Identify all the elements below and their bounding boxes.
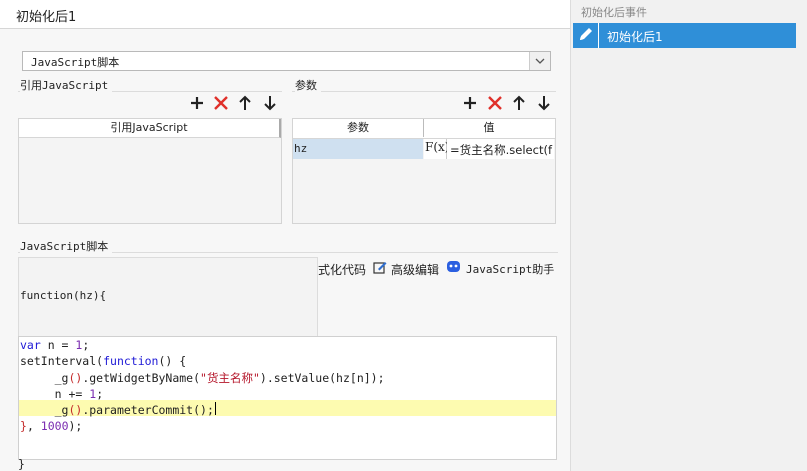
param-move-down-button[interactable] xyxy=(535,94,553,112)
js-assistant-label: JavaScript助手 xyxy=(466,263,555,276)
ref-add-button[interactable] xyxy=(188,94,206,112)
ref-move-down-button[interactable] xyxy=(261,94,279,112)
ref-section-title: 引用JavaScript xyxy=(20,77,113,93)
event-item-init-1[interactable]: 初始化后1 xyxy=(573,23,796,48)
ref-move-up-button[interactable] xyxy=(236,94,254,112)
code-token: n += xyxy=(20,386,90,401)
code-line: setInterval(function() { xyxy=(20,354,186,368)
code-editor[interactable]: var n = 1; setInterval(function() { _g().… xyxy=(18,336,557,460)
code-token: setInterval( xyxy=(20,354,104,369)
arrow-up-icon xyxy=(513,95,525,110)
params-col-name: 参数 xyxy=(293,119,424,137)
param-value-cell[interactable]: =货主名称.select(f xyxy=(447,139,554,159)
code-token: _g xyxy=(20,402,69,417)
code-token: "货主名称" xyxy=(200,371,260,386)
param-delete-button[interactable] xyxy=(486,94,504,112)
code-line: var n = 1; xyxy=(20,338,89,352)
code-token: () xyxy=(68,402,83,417)
plus-icon xyxy=(191,97,203,109)
param-move-up-button[interactable] xyxy=(510,94,528,112)
code-token: } xyxy=(20,419,27,433)
robot-assistant-icon xyxy=(447,261,460,272)
code-token: () { xyxy=(158,354,187,369)
code-token: 1000 xyxy=(40,419,69,433)
code-line: n += 1; xyxy=(20,386,104,401)
formula-fx-icon: F(x) xyxy=(425,140,450,154)
function-header-box: function(hz){ xyxy=(18,257,318,337)
closing-brace: } xyxy=(18,457,25,471)
code-token: () xyxy=(68,371,83,386)
param-name-text: hz xyxy=(294,142,308,155)
params-table-header: 参数 值 xyxy=(293,119,555,139)
code-line: _g().getWidgetByName("货主名称").setValue(hz… xyxy=(20,370,385,386)
code-token: n = xyxy=(40,338,76,352)
code-token: var xyxy=(20,338,41,352)
script-section-title: JavaScript脚本 xyxy=(20,238,113,254)
param-name-cell[interactable]: hz xyxy=(293,139,423,159)
table-row[interactable]: hz F(x) =货主名称.select(f xyxy=(293,139,555,159)
params-col-value: 值 xyxy=(424,119,554,137)
param-add-button[interactable] xyxy=(461,94,479,112)
ref-table: 引用JavaScript xyxy=(18,118,282,224)
params-section-title: 参数 xyxy=(295,77,321,93)
delete-x-icon xyxy=(488,96,502,110)
events-panel-header: 初始化后事件 xyxy=(581,6,647,19)
dialog-title: 初始化后1 xyxy=(16,10,77,25)
delete-x-icon xyxy=(214,96,228,110)
ref-delete-button[interactable] xyxy=(212,94,230,112)
formula-icon-button[interactable]: F(x) xyxy=(424,139,450,159)
params-section-rule xyxy=(292,91,556,92)
format-code-button[interactable]: 式化代码 xyxy=(318,261,366,278)
event-edit-button[interactable] xyxy=(573,23,599,48)
event-item-label: 初始化后1 xyxy=(607,30,663,44)
code-token: function xyxy=(103,354,159,369)
plus-icon xyxy=(464,97,476,109)
ref-table-header: 引用JavaScript xyxy=(19,119,281,138)
code-token: .getWidgetByName( xyxy=(82,371,201,386)
dialog-content: JavaScript脚本 引用JavaScript 引用JavaScript 参… xyxy=(0,29,570,471)
arrow-up-icon xyxy=(239,95,251,110)
events-panel: 初始化后事件 初始化后1 xyxy=(570,0,807,471)
arrow-down-icon xyxy=(538,96,550,111)
code-token: ; xyxy=(82,338,90,352)
param-value-text: =货主名称.select(f xyxy=(450,143,552,157)
function-signature: function(hz){ xyxy=(20,289,107,302)
params-table: 参数 值 hz F(x) =货主名称.select(f xyxy=(292,118,556,224)
dialog-title-bar: 初始化后1 xyxy=(0,0,570,29)
code-token: ; xyxy=(96,386,104,401)
code-line: }, 1000); xyxy=(20,419,82,433)
pencil-icon xyxy=(580,28,592,40)
code-token: , xyxy=(26,419,41,433)
arrow-down-icon xyxy=(264,96,276,111)
code-token: ); xyxy=(68,419,83,433)
code-token: .parameterCommit(); xyxy=(82,402,214,417)
text-cursor xyxy=(215,402,216,415)
code-line: _g().parameterCommit(); xyxy=(20,403,214,417)
advanced-edit-label: 高级编辑 xyxy=(391,263,440,277)
code-token: _g xyxy=(20,371,69,386)
edit-pencil-icon xyxy=(373,262,387,274)
code-token: ).setValue(hz[n]); xyxy=(259,371,385,386)
script-type-value: JavaScript脚本 xyxy=(31,56,120,69)
script-type-select[interactable]: JavaScript脚本 xyxy=(22,51,551,71)
chevron-down-icon[interactable] xyxy=(529,52,550,70)
